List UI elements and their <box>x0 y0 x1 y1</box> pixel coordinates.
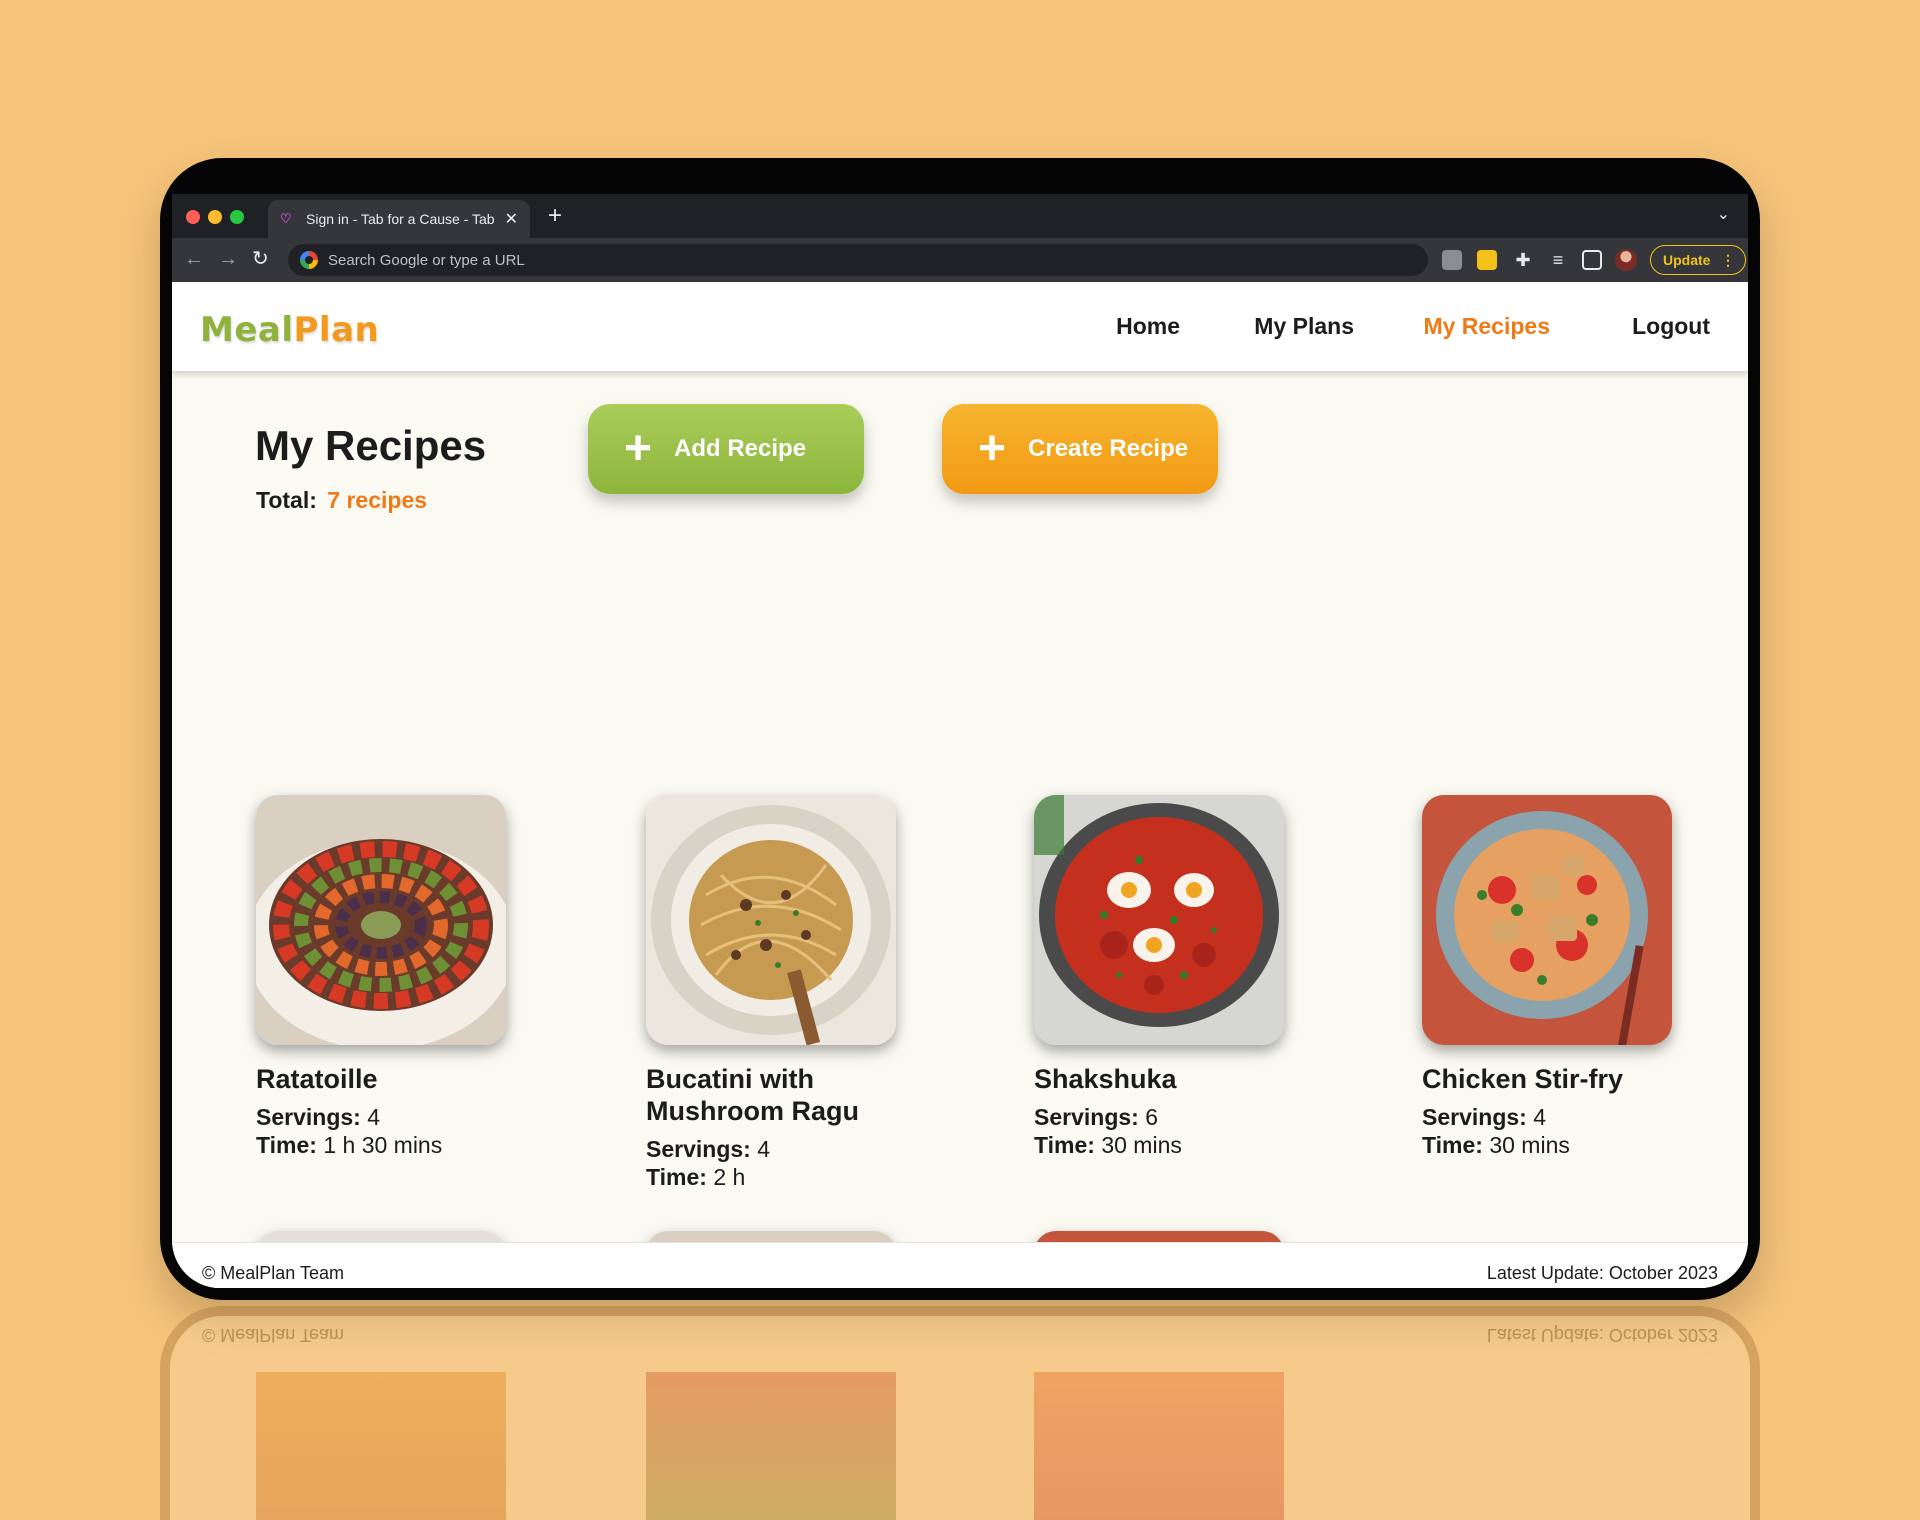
recipe-name[interactable]: Ratatoille <box>256 1063 506 1095</box>
create-recipe-label: Create Recipe <box>1028 435 1189 462</box>
page-footer: © MealPlan Team Latest Update: October 2… <box>172 1242 1748 1288</box>
address-input[interactable] <box>328 251 1228 269</box>
shakshuka-image[interactable] <box>1034 795 1284 1045</box>
logo-plan: Plan <box>293 310 380 350</box>
total-label: Total: <box>256 487 317 513</box>
app-header: MealPlan Home My Plans My Recipes Logout <box>172 282 1748 372</box>
reading-list-icon[interactable]: ≡ <box>1548 250 1568 270</box>
reflection-footer-right: Latest Update: October 2023 <box>1486 1325 1718 1345</box>
nav-my-recipes[interactable]: My Recipes <box>1423 313 1550 340</box>
mealplan-logo[interactable]: MealPlan <box>200 310 379 350</box>
tab-close-icon[interactable]: ✕ <box>505 209 518 229</box>
puzzle-extensions-icon[interactable]: ✚ <box>1513 250 1533 270</box>
footer-update: Latest Update: October 2023 <box>1486 1263 1718 1283</box>
nav-logout[interactable]: Logout <box>1632 313 1710 340</box>
new-tab-button[interactable]: + <box>548 202 562 230</box>
minimize-window-button[interactable] <box>208 210 222 224</box>
ratatouille-image[interactable] <box>256 795 506 1045</box>
reflection-image <box>646 1372 896 1520</box>
address-bar[interactable] <box>288 244 1428 276</box>
footer-copyright: © MealPlan Team <box>202 1263 344 1283</box>
time-label: Time: <box>1034 1132 1095 1158</box>
browser-toolbar: ← → ↻ ✚ ≡ Update ⋮ <box>172 238 1748 282</box>
pasta-image[interactable] <box>646 795 896 1045</box>
tab-favicon-icon: ♡ <box>280 211 292 226</box>
device-reflection: © MealPlan Team Latest Update: October 2… <box>160 1306 1760 1520</box>
servings-value: 4 <box>757 1136 771 1162</box>
nav-home[interactable]: Home <box>1116 313 1180 340</box>
back-arrow-icon[interactable]: ← <box>184 248 204 270</box>
google-icon <box>300 251 318 269</box>
add-recipe-label: Add Recipe <box>674 435 807 462</box>
reflection-image <box>1034 1372 1284 1520</box>
time-label: Time: <box>646 1164 707 1190</box>
forward-arrow-icon[interactable]: → <box>218 248 238 270</box>
recipe-card[interactable]: Ratatoille Servings: 4 Time: 1 h 30 mins <box>256 795 506 1159</box>
time-value: 2 h <box>713 1164 746 1190</box>
time-label: Time: <box>256 1132 317 1158</box>
extension-icon[interactable] <box>1442 250 1462 270</box>
reflection-footer-left: © MealPlan Team <box>202 1325 344 1345</box>
more-menu-icon[interactable]: ⋮ <box>1721 252 1735 269</box>
recipe-total: Total: 7 recipes <box>256 487 427 514</box>
servings-label: Servings: <box>256 1104 361 1130</box>
update-label: Update <box>1663 252 1711 268</box>
recipe-card[interactable]: Chicken Stir-fry Servings: 4 Time: 30 mi… <box>1422 795 1672 1159</box>
plus-icon: + <box>978 422 1007 475</box>
tab-search-chevron-icon[interactable]: ⌄ <box>1717 204 1730 224</box>
side-panel-icon[interactable] <box>1582 250 1602 270</box>
recipe-meta: Servings: 6 Time: 30 mins <box>1034 1103 1284 1159</box>
recipe-card[interactable]: Bucatini with Mushroom Ragu Servings: 4 … <box>646 795 896 1191</box>
tab-title: Sign in - Tab for a Cause - Tab <box>306 211 495 227</box>
recipe-name[interactable]: Chicken Stir-fry <box>1422 1063 1672 1095</box>
nav-my-plans[interactable]: My Plans <box>1254 313 1354 340</box>
recipe-name[interactable]: Shakshuka <box>1034 1063 1284 1095</box>
maximize-window-button[interactable] <box>230 210 244 224</box>
time-label: Time: <box>1422 1132 1483 1158</box>
servings-value: 4 <box>1533 1104 1547 1130</box>
time-value: 30 mins <box>1101 1132 1182 1158</box>
recipe-meta: Servings: 4 Time: 30 mins <box>1422 1103 1672 1159</box>
time-value: 30 mins <box>1489 1132 1570 1158</box>
page-title: My Recipes <box>255 422 487 469</box>
servings-label: Servings: <box>1422 1104 1527 1130</box>
logo-meal: Meal <box>200 310 294 350</box>
browser-tab[interactable]: ♡ Sign in - Tab for a Cause - Tab ✕ <box>268 200 530 238</box>
reflection-image <box>256 1372 506 1520</box>
device-frame: ♡ Sign in - Tab for a Cause - Tab ✕ + ⌄ … <box>160 158 1760 1300</box>
recipe-meta: Servings: 4 Time: 2 h <box>646 1135 896 1191</box>
create-recipe-button[interactable]: + Create Recipe <box>942 404 1218 494</box>
plus-icon: + <box>624 422 653 475</box>
add-recipe-button[interactable]: + Add Recipe <box>588 404 864 494</box>
recipe-card[interactable]: Shakshuka Servings: 6 Time: 30 mins <box>1034 795 1284 1159</box>
reload-icon[interactable]: ↻ <box>252 248 269 270</box>
time-value: 1 h 30 mins <box>323 1132 443 1158</box>
browser-tab-bar: ♡ Sign in - Tab for a Cause - Tab ✕ + ⌄ <box>172 194 1748 238</box>
extension-icon[interactable] <box>1477 250 1497 270</box>
stir-fry-image[interactable] <box>1422 795 1672 1045</box>
servings-value: 6 <box>1145 1104 1159 1130</box>
total-count: 7 recipes <box>327 487 428 513</box>
recipe-name[interactable]: Bucatini with Mushroom Ragu <box>646 1063 896 1127</box>
browser-window: ♡ Sign in - Tab for a Cause - Tab ✕ + ⌄ … <box>172 194 1748 1288</box>
servings-label: Servings: <box>1034 1104 1139 1130</box>
recipe-meta: Servings: 4 Time: 1 h 30 mins <box>256 1103 506 1159</box>
close-window-button[interactable] <box>186 210 200 224</box>
profile-avatar[interactable] <box>1615 249 1637 271</box>
servings-label: Servings: <box>646 1136 751 1162</box>
servings-value: 4 <box>367 1104 381 1130</box>
update-button[interactable]: Update ⋮ <box>1650 245 1746 275</box>
